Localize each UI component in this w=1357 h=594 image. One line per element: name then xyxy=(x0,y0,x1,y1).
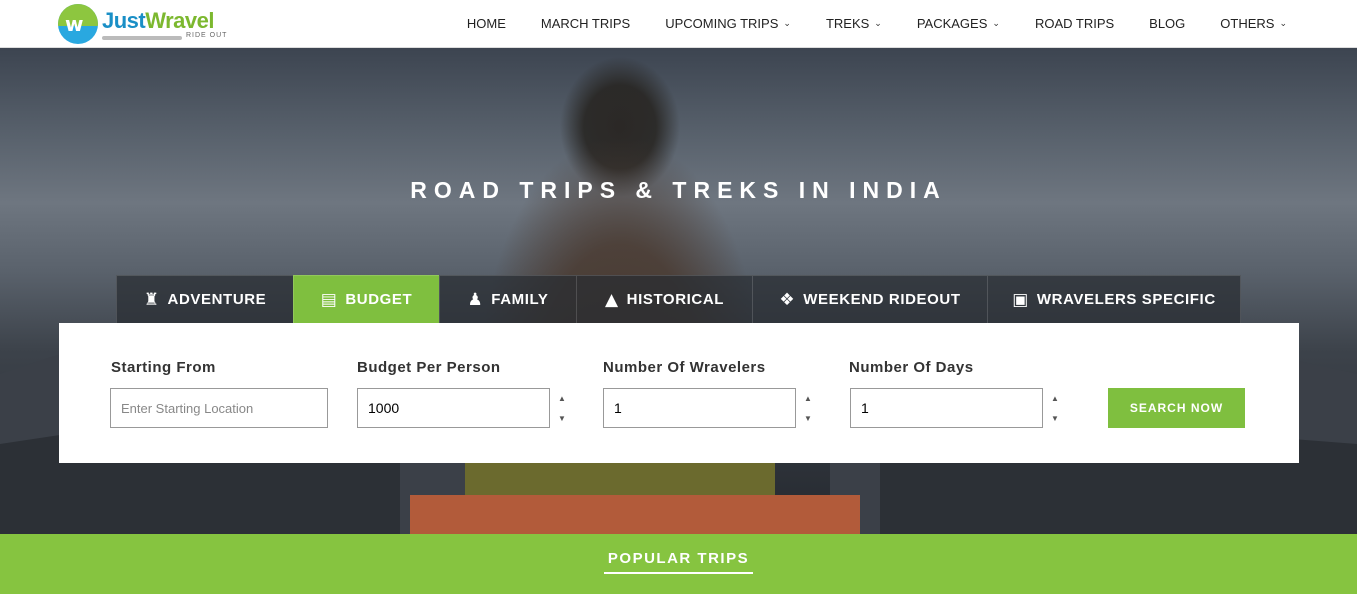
heading-underline xyxy=(604,572,753,574)
arrow-up-icon[interactable]: ▲ xyxy=(804,394,812,403)
hiker-icon: ♜ xyxy=(143,289,160,310)
nav-home[interactable]: HOME xyxy=(467,16,506,31)
chevron-down-icon: ⌄ xyxy=(783,18,791,28)
budget-stepper[interactable]: ▲ ▼ xyxy=(551,388,573,428)
site-logo[interactable]: w JustWravel RIDE OUT xyxy=(58,4,228,44)
budget-input[interactable]: 1000 xyxy=(357,388,550,428)
nav-road-trips[interactable]: ROAD TRIPS xyxy=(1035,16,1114,31)
site-header: w JustWravel RIDE OUT HOME MARCH TRIPS U… xyxy=(0,0,1357,48)
wravelers-label: Number Of Wravelers xyxy=(603,359,766,376)
nav-march-trips[interactable]: MARCH TRIPS xyxy=(541,16,630,31)
budget-label: Budget Per Person xyxy=(357,359,501,376)
arrow-down-icon[interactable]: ▼ xyxy=(1051,414,1059,423)
tab-budget[interactable]: ▤ BUDGET xyxy=(293,275,439,323)
wravelers-input[interactable]: 1 xyxy=(603,388,796,428)
pin-icon: ❖ xyxy=(779,289,796,310)
starting-location-input[interactable]: Enter Starting Location xyxy=(110,388,328,428)
popular-trips-section: POPULAR TRIPS xyxy=(0,534,1357,594)
monument-icon: ▲ xyxy=(604,289,619,310)
logo-tagline: RIDE OUT xyxy=(186,32,228,39)
arrow-up-icon[interactable]: ▲ xyxy=(1051,394,1059,403)
tab-family[interactable]: ♟ FAMILY xyxy=(439,275,576,323)
nav-blog[interactable]: BLOG xyxy=(1149,16,1185,31)
nav-treks[interactable]: TREKS ⌄ xyxy=(826,16,882,31)
main-nav: HOME MARCH TRIPS UPCOMING TRIPS ⌄ TREKS ⌄ … xyxy=(432,0,1287,47)
arrow-down-icon[interactable]: ▼ xyxy=(558,414,566,423)
search-now-button[interactable]: SEARCH NOW xyxy=(1108,388,1245,428)
logo-road-icon xyxy=(102,36,182,40)
chevron-down-icon: ⌄ xyxy=(1279,18,1287,28)
nav-others[interactable]: OTHERS ⌄ xyxy=(1220,16,1287,31)
arrow-up-icon[interactable]: ▲ xyxy=(558,394,566,403)
nav-upcoming-trips[interactable]: UPCOMING TRIPS ⌄ xyxy=(665,16,791,31)
chevron-down-icon: ⌄ xyxy=(992,18,1000,28)
tab-adventure[interactable]: ♜ ADVENTURE xyxy=(116,275,293,323)
bag-icon: ▣ xyxy=(1012,289,1029,310)
popular-trips-heading: POPULAR TRIPS xyxy=(607,550,750,567)
wallet-icon: ▤ xyxy=(320,289,338,310)
family-icon: ♟ xyxy=(467,289,484,310)
wravelers-stepper[interactable]: ▲ ▼ xyxy=(797,388,819,428)
arrow-down-icon[interactable]: ▼ xyxy=(804,414,812,423)
category-tabs: ♜ ADVENTURE ▤ BUDGET ♟ FAMILY ▲ HISTORICAL ❖… xyxy=(116,275,1241,323)
days-label: Number Of Days xyxy=(849,359,974,376)
stupa-base xyxy=(410,495,860,534)
logo-wordmark: JustWravel xyxy=(102,8,214,33)
nav-packages[interactable]: PACKAGES ⌄ xyxy=(917,16,1000,31)
days-input[interactable]: 1 xyxy=(850,388,1043,428)
starting-from-label: Starting From xyxy=(111,359,216,376)
tab-weekend-rideout[interactable]: ❖ WEEKEND RIDEOUT xyxy=(752,275,987,323)
hero-title: ROAD TRIPS & TREKS IN INDIA xyxy=(410,177,947,203)
search-panel: Starting From Enter Starting Location Bu… xyxy=(59,323,1299,463)
tab-wravelers-specific[interactable]: ▣ WRAVELERS SPECIFIC xyxy=(987,275,1241,323)
logo-mark-icon: w xyxy=(58,4,98,44)
tab-historical[interactable]: ▲ HISTORICAL xyxy=(576,275,752,323)
chevron-down-icon: ⌄ xyxy=(874,18,882,28)
days-stepper[interactable]: ▲ ▼ xyxy=(1044,388,1066,428)
